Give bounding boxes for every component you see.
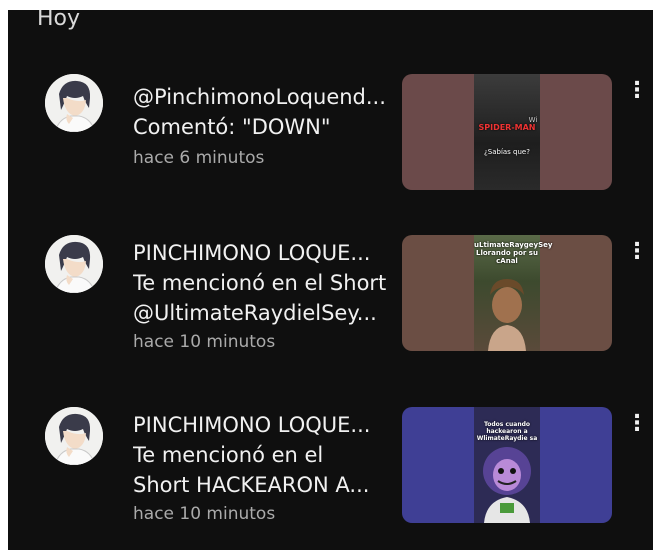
character-graphic	[483, 447, 531, 523]
notification-line: PINCHIMONO LOQUE...	[133, 241, 371, 265]
notification-line: PINCHIMONO LOQUE...	[133, 413, 371, 437]
notification-item[interactable]: @PinchimonoLoquend... Comentó: "DOWN" ha…	[8, 72, 653, 212]
avatar[interactable]	[45, 74, 103, 132]
notification-time: hace 10 minutos	[133, 504, 276, 524]
notification-item[interactable]: PINCHIMONO LOQUE... Te mencionó en el Sh…	[8, 405, 653, 545]
person-face-graphic	[488, 279, 526, 351]
notification-line: Te mencionó en el	[133, 443, 324, 467]
notification-line: @UltimateRaydielSey...	[133, 301, 377, 325]
thumbnail-caption: Todos cuando hackearon a WlimateRaydie s…	[476, 421, 538, 442]
thumbnail-caption: ¿Sabías que?	[484, 148, 530, 156]
section-title-today: Hoy	[37, 10, 81, 31]
more-vertical-icon[interactable]: ⋮	[626, 413, 648, 439]
notification-line: Te mencionó en el Short	[133, 271, 387, 295]
video-thumbnail[interactable]: SPIDER-MAN ¿Sabías que? Wi	[402, 74, 612, 190]
thumbnail-corner-text: Wi	[528, 116, 538, 124]
notification-line: Comentó: "DOWN"	[133, 115, 331, 139]
video-thumbnail[interactable]: Todos cuando hackearon a WlimateRaydie s…	[402, 407, 612, 523]
short-preview: SPIDER-MAN ¿Sabías que? Wi	[474, 74, 540, 190]
notification-text: PINCHIMONO LOQUE... Te mencionó en el Sh…	[133, 410, 398, 526]
notification-time: hace 10 minutos	[133, 332, 276, 352]
short-preview: Todos cuando hackearon a WlimateRaydie s…	[474, 407, 540, 523]
video-thumbnail[interactable]: uLtimateRaygeySey Llorando por su cAnal	[402, 235, 612, 351]
more-vertical-icon[interactable]: ⋮	[626, 241, 648, 267]
notification-time: hace 6 minutos	[133, 148, 265, 168]
notification-text: @PinchimonoLoquend... Comentó: "DOWN" ha…	[133, 82, 398, 170]
thumbnail-title: SPIDER-MAN	[478, 123, 536, 132]
thumbnail-caption: uLtimateRaygeySey Llorando por su cAnal	[474, 241, 553, 265]
short-preview: uLtimateRaygeySey Llorando por su cAnal	[474, 235, 553, 351]
notification-line: @PinchimonoLoquend...	[133, 85, 386, 109]
notification-line: Short HACKEARON A...	[133, 473, 370, 497]
notification-text: PINCHIMONO LOQUE... Te mencionó en el Sh…	[133, 238, 398, 354]
avatar[interactable]	[45, 235, 103, 293]
notification-item[interactable]: PINCHIMONO LOQUE... Te mencionó en el Sh…	[8, 233, 653, 373]
avatar[interactable]	[45, 407, 103, 465]
more-vertical-icon[interactable]: ⋮	[626, 80, 648, 106]
notifications-panel: Hoy @PinchimonoLoquend... Comentó: "DOWN…	[8, 10, 653, 550]
